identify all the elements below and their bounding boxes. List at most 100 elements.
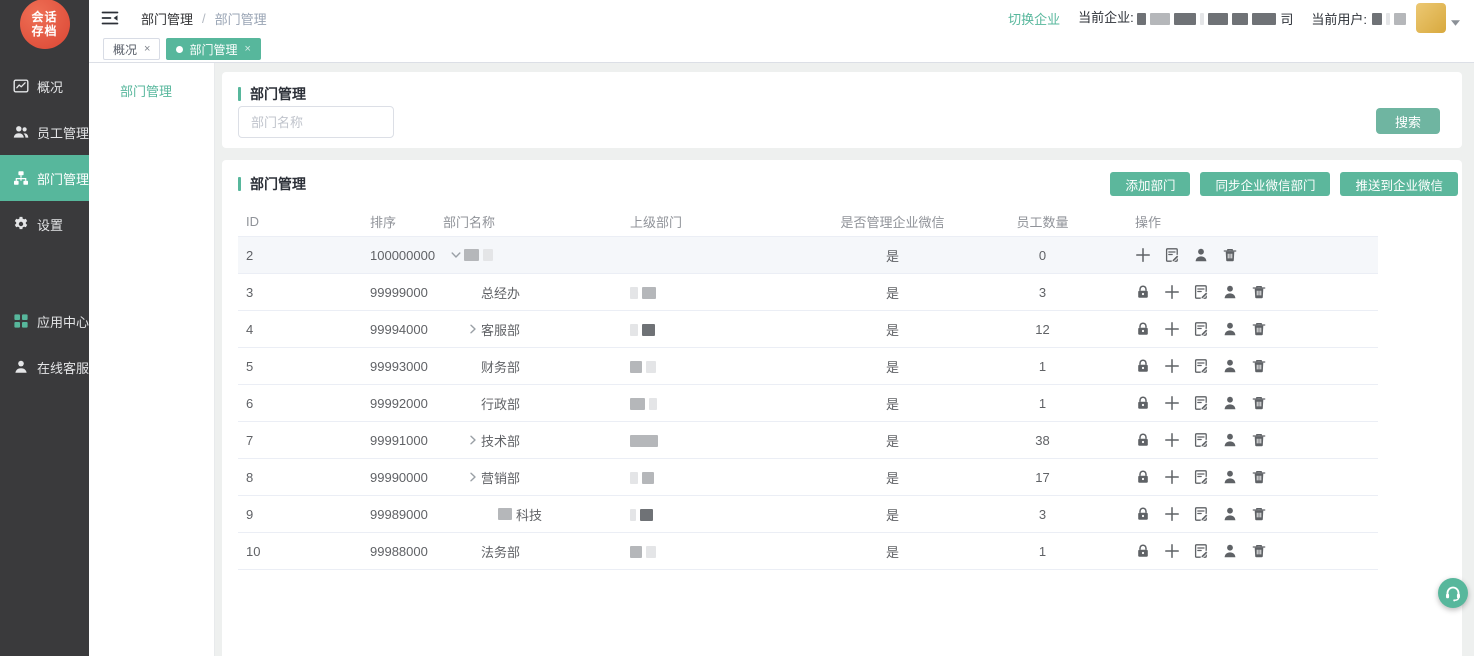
department-members-icon[interactable] [1222,284,1238,300]
sidebar-item-employees[interactable]: 员工管理 [0,109,89,155]
tab-概况[interactable]: 概况× [103,38,160,60]
sidebar-item-online-service[interactable]: 在线客服 [0,344,89,390]
search-button[interactable]: 搜索 [1376,108,1440,134]
department-members-icon[interactable] [1222,321,1238,337]
sidebar-item-overview[interactable]: 概况 [0,63,89,109]
delete-department-icon[interactable] [1251,321,1267,337]
edit-department-icon[interactable] [1193,284,1209,300]
delete-department-icon[interactable] [1251,506,1267,522]
edit-department-icon[interactable] [1193,321,1209,337]
table-header-row: ID排序部门名称上级部门是否管理企业微信员工数量操作 [238,207,1378,237]
push-to-wecom-button[interactable]: 推送到企业微信 [1340,172,1458,196]
sidebar-item-label: 部门管理 [37,169,89,188]
cell-id: 2 [238,248,360,263]
expand-row-icon[interactable] [467,323,481,335]
close-tab-icon[interactable]: × [244,43,250,55]
sync-wecom-departments-button[interactable]: 同步企业微信部门 [1200,172,1330,196]
cell-sort: 99994000 [360,322,438,337]
cell-id: 9 [238,507,360,522]
delete-department-icon[interactable] [1251,543,1267,559]
lock-icon[interactable] [1135,358,1151,374]
cell-department-name: 行政部 [438,394,620,413]
add-department-button[interactable]: 添加部门 [1110,172,1190,196]
customer-service-button[interactable] [1438,578,1468,608]
sidebar-item-label: 设置 [37,215,63,234]
cell-operations [1125,321,1378,337]
department-members-icon[interactable] [1222,543,1238,559]
department-members-icon[interactable] [1222,395,1238,411]
sidebar-item-departments[interactable]: 部门管理 [0,155,89,201]
redacted-text-block [630,546,642,558]
delete-department-icon[interactable] [1251,284,1267,300]
delete-department-icon[interactable] [1251,432,1267,448]
cell-parent-department [620,322,825,337]
lock-icon[interactable] [1135,395,1151,411]
add-subdepartment-icon[interactable] [1164,358,1180,374]
delete-department-icon[interactable] [1251,469,1267,485]
cell-wecom-managed: 是 [825,542,960,561]
add-subdepartment-icon[interactable] [1164,506,1180,522]
collapse-row-icon[interactable] [450,249,464,261]
add-subdepartment-icon[interactable] [1164,469,1180,485]
cell-wecom-managed: 是 [825,394,960,413]
edit-department-icon[interactable] [1193,543,1209,559]
submenu-item-departments[interactable]: 部门管理 [89,63,214,100]
tab-部门管理[interactable]: 部门管理× [166,38,260,60]
logo-circle: 会话 存档 [20,0,70,49]
tree-indent [443,403,467,404]
department-members-icon[interactable] [1222,506,1238,522]
cell-sort: 99988000 [360,544,438,559]
add-subdepartment-icon[interactable] [1164,543,1180,559]
delete-department-icon[interactable] [1251,395,1267,411]
switch-enterprise-link[interactable]: 切换企业 [1008,9,1060,28]
edit-department-icon[interactable] [1193,358,1209,374]
table-row: 799991000技术部是38 [238,422,1378,459]
delete-department-icon[interactable] [1251,358,1267,374]
logo-text-line2: 存档 [31,24,57,38]
department-members-icon[interactable] [1193,247,1209,263]
department-name: 客服部 [481,320,520,339]
edit-department-icon[interactable] [1193,469,1209,485]
add-subdepartment-icon[interactable] [1135,247,1151,263]
lock-icon[interactable] [1135,321,1151,337]
add-subdepartment-icon[interactable] [1164,321,1180,337]
cell-employee-count: 3 [960,285,1125,300]
add-subdepartment-icon[interactable] [1164,432,1180,448]
department-members-icon[interactable] [1222,432,1238,448]
close-tab-icon[interactable]: × [144,43,150,55]
delete-department-icon[interactable] [1222,247,1238,263]
user-menu-caret-icon[interactable] [1451,20,1460,26]
department-members-icon[interactable] [1222,469,1238,485]
user-avatar[interactable] [1416,3,1446,33]
add-subdepartment-icon[interactable] [1164,284,1180,300]
lock-icon[interactable] [1135,543,1151,559]
cell-parent-department [620,396,825,411]
lock-icon[interactable] [1135,284,1151,300]
lock-icon[interactable] [1135,469,1151,485]
add-subdepartment-icon[interactable] [1164,395,1180,411]
edit-department-icon[interactable] [1193,506,1209,522]
cell-department-name: 法务部 [438,542,620,561]
tab-strip: 概况× 部门管理× [89,36,1474,63]
cell-wecom-managed: 是 [825,357,960,376]
lock-icon[interactable] [1135,506,1151,522]
edit-department-icon[interactable] [1193,395,1209,411]
cell-id: 6 [238,396,360,411]
search-card-title: 部门管理 [250,84,306,104]
cell-sort: 99989000 [360,507,438,522]
lock-icon[interactable] [1135,432,1151,448]
expand-row-icon[interactable] [467,471,481,483]
current-enterprise: 当前企业: 司 [1078,7,1293,28]
expand-row-icon[interactable] [467,434,481,446]
cell-employee-count: 0 [960,248,1125,263]
collapse-sidebar-icon[interactable] [101,10,119,26]
department-name-input[interactable] [238,106,394,138]
edit-department-icon[interactable] [1193,432,1209,448]
edit-department-icon[interactable] [1164,247,1180,263]
sidebar-item-app-center[interactable]: 应用中心 [0,298,89,344]
sidebar-item-settings[interactable]: 设置 [0,201,89,247]
submenu-sidebar: 部门管理 [89,63,215,656]
cell-parent-department [620,433,825,448]
breadcrumb-item-departments[interactable]: 部门管理 [141,9,193,28]
department-members-icon[interactable] [1222,358,1238,374]
